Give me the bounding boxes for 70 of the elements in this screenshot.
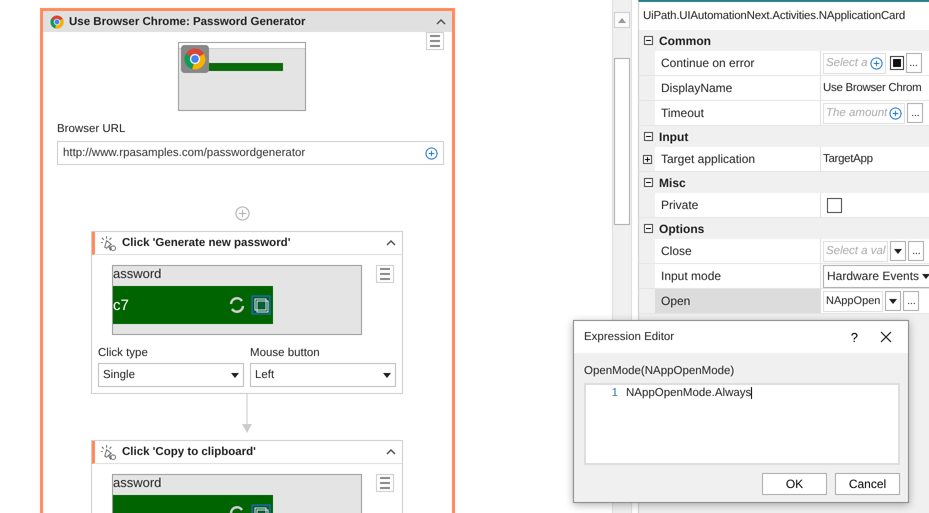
property-name[interactable]: Open bbox=[655, 289, 821, 313]
category-name: Common bbox=[659, 34, 711, 48]
line-number: 1 bbox=[610, 387, 618, 399]
collapse-toggle[interactable] bbox=[644, 224, 653, 233]
collapse-icon[interactable] bbox=[386, 449, 396, 455]
activity-title: Click 'Generate new password' bbox=[122, 237, 292, 249]
ok-button[interactable]: OK bbox=[762, 473, 827, 495]
mouse-click-icon bbox=[101, 236, 116, 250]
add-icon[interactable] bbox=[889, 106, 902, 120]
field-label: Mouse button bbox=[250, 347, 321, 359]
property-name[interactable]: Input mode bbox=[655, 264, 821, 288]
property-name[interactable]: Close bbox=[655, 239, 821, 263]
url-field[interactable]: http://www.rpasamples.com/passwordgenerator bbox=[57, 141, 444, 165]
dropdown-button[interactable] bbox=[890, 241, 906, 261]
dropdown[interactable]: Hardware Events bbox=[823, 264, 929, 288]
dropdown[interactable]: Single bbox=[98, 363, 244, 387]
screenshot-text: assword bbox=[113, 266, 162, 281]
property-name[interactable]: Target application bbox=[655, 147, 821, 171]
caret-icon bbox=[889, 298, 898, 304]
checkbox[interactable] bbox=[890, 56, 904, 70]
dialog-title: Expression Editor bbox=[584, 331, 676, 343]
mouse-click-icon bbox=[101, 444, 116, 460]
scope-title: Use Browser Chrome: Password Generator bbox=[69, 16, 306, 28]
collapse-toggle[interactable] bbox=[644, 132, 653, 141]
dropdown-button[interactable] bbox=[885, 291, 902, 311]
category-name: Input bbox=[659, 130, 688, 144]
collapse-toggle[interactable] bbox=[644, 178, 653, 187]
caret-icon bbox=[383, 372, 391, 378]
code-editor[interactable]: 1 NAppOpenMode.Always bbox=[584, 383, 900, 465]
ellipsis-button[interactable]: ... bbox=[907, 103, 924, 123]
collapse-toggle[interactable] bbox=[644, 36, 653, 45]
expression-field[interactable]: NAppOpen bbox=[823, 290, 884, 312]
collapse-icon[interactable] bbox=[436, 18, 446, 24]
menu-icon[interactable] bbox=[376, 474, 394, 492]
help-button[interactable]: ? bbox=[836, 330, 872, 344]
scroll-up-icon[interactable] bbox=[614, 12, 630, 28]
close-icon[interactable] bbox=[880, 331, 892, 343]
screenshot-text: assword bbox=[113, 475, 162, 490]
ellipsis-button[interactable]: ... bbox=[906, 53, 922, 73]
property-name[interactable]: Continue on error bbox=[655, 51, 821, 75]
expression-label: OpenMode(NAppOpenMode) bbox=[584, 365, 736, 377]
refresh-icon bbox=[227, 295, 247, 315]
caret-icon bbox=[922, 274, 929, 278]
checkbox[interactable] bbox=[827, 198, 842, 212]
cancel-button[interactable]: Cancel bbox=[835, 473, 900, 495]
copy-icon bbox=[251, 295, 271, 315]
field-label: Click type bbox=[98, 347, 149, 359]
add-icon[interactable] bbox=[870, 56, 883, 70]
caret-icon bbox=[231, 372, 239, 378]
code-line: NAppOpenMode.Always bbox=[626, 387, 752, 399]
caret-icon bbox=[894, 248, 902, 254]
category-name: Options bbox=[659, 222, 704, 236]
menu-icon[interactable] bbox=[426, 32, 444, 50]
dropdown[interactable]: Left bbox=[250, 363, 396, 387]
property-name[interactable]: Private bbox=[655, 193, 821, 217]
menu-icon[interactable] bbox=[376, 265, 394, 283]
collapse-icon[interactable] bbox=[386, 240, 396, 246]
properties-title: UiPath.UIAutomationNext.Activities.NApplicationCard bbox=[639, 2, 929, 30]
field-label: Browser URL bbox=[57, 123, 126, 135]
expand-toggle[interactable] bbox=[642, 154, 652, 164]
activity-title: Click 'Copy to clipboard' bbox=[122, 446, 257, 458]
screenshot-text: c7 bbox=[113, 296, 130, 314]
add-icon[interactable] bbox=[425, 146, 438, 160]
browser-logo-icon bbox=[50, 14, 64, 28]
category-name: Misc bbox=[659, 176, 686, 190]
scroll-thumb[interactable] bbox=[614, 58, 630, 225]
ellipsis-button[interactable]: ... bbox=[903, 291, 920, 311]
property-name[interactable]: DisplayName bbox=[655, 76, 821, 100]
ellipsis-button[interactable]: ... bbox=[908, 241, 924, 261]
property-name[interactable]: Timeout bbox=[655, 101, 821, 125]
